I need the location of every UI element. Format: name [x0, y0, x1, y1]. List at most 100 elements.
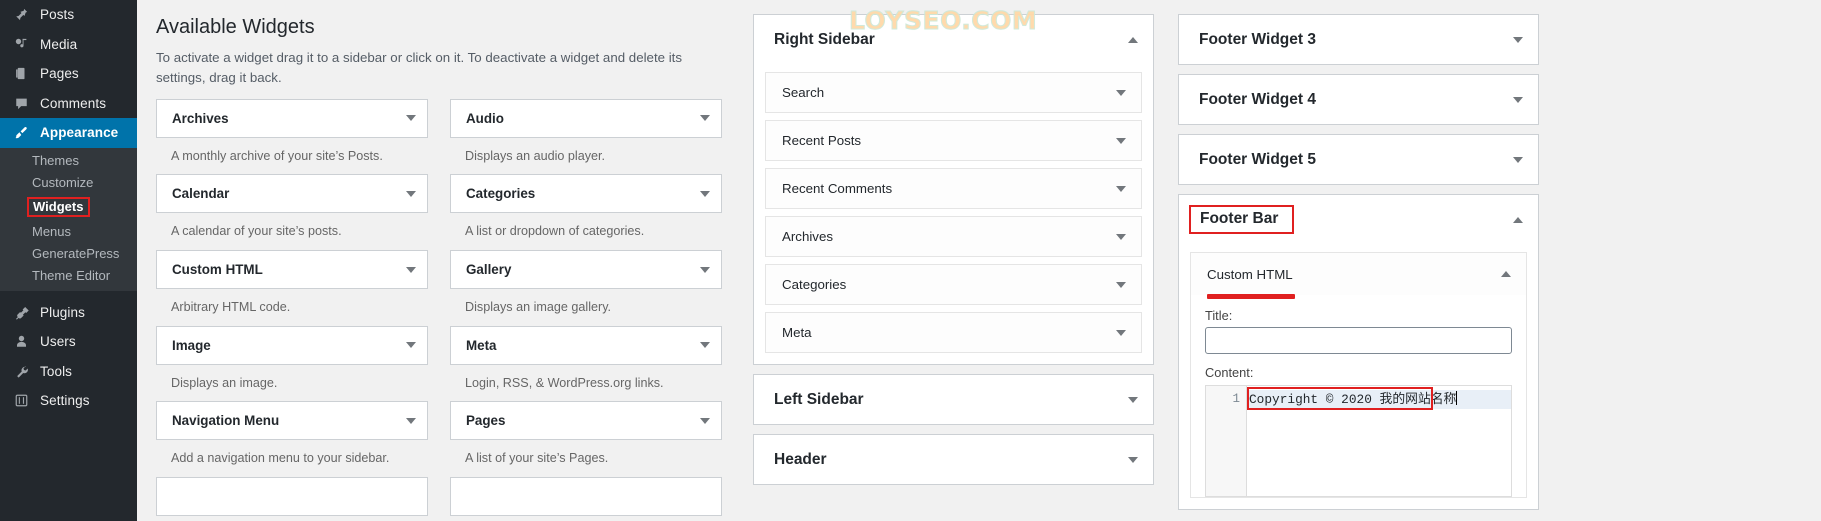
sidebars-column: Right Sidebar Search Recent Posts Recent…	[742, 0, 1154, 521]
available-widget-meta[interactable]: Meta	[450, 325, 722, 365]
sidebar-item-settings[interactable]: Settings	[0, 386, 137, 416]
panel-header[interactable]: Left Sidebar	[754, 375, 1153, 424]
chevron-up-icon[interactable]	[1128, 36, 1138, 43]
widget-name: Pages	[466, 413, 506, 429]
chevron-down-icon[interactable]	[1128, 396, 1138, 403]
assigned-widget-recent-posts[interactable]: Recent Posts	[765, 120, 1142, 161]
chevron-down-icon[interactable]	[406, 115, 416, 122]
assigned-widget-meta[interactable]: Meta	[765, 312, 1142, 353]
widgets-admin-screen: Posts Media Pages Comments Appearance Th…	[0, 0, 1821, 521]
assigned-widget-categories[interactable]: Categories	[765, 264, 1142, 305]
available-widget-partial[interactable]	[450, 476, 722, 516]
content-code-editor[interactable]: 1 Copyright © 2020 我的网站名称	[1205, 385, 1512, 497]
panel-header[interactable]: Footer Bar	[1179, 195, 1538, 244]
chevron-down-icon[interactable]	[1513, 36, 1523, 43]
chevron-up-icon[interactable]	[1513, 216, 1523, 223]
panel-header[interactable]: Footer Widget 5	[1179, 135, 1538, 184]
sidebar-item-comments[interactable]: Comments	[0, 89, 137, 119]
widget-name: Categories	[782, 277, 847, 292]
sidebar-item-label: Comments	[40, 95, 107, 111]
sidebar-item-label: Tools	[40, 363, 73, 379]
available-widget-pages[interactable]: Pages	[450, 401, 722, 441]
chevron-down-icon[interactable]	[1116, 281, 1126, 288]
chevron-down-icon[interactable]	[1128, 456, 1138, 463]
widget-cell	[450, 476, 722, 516]
available-widgets-description: To activate a widget drag it to a sideba…	[156, 50, 683, 85]
submenu-item-generatepress[interactable]: GeneratePress	[0, 243, 137, 265]
sidebar-item-appearance[interactable]: Appearance	[0, 118, 145, 148]
chevron-down-icon[interactable]	[700, 266, 710, 273]
available-widget-categories[interactable]: Categories	[450, 174, 722, 214]
chevron-down-icon[interactable]	[406, 342, 416, 349]
submenu-item-menus[interactable]: Menus	[0, 221, 137, 243]
code-text: Copyright © 2020 我的网站名称	[1249, 392, 1457, 407]
widget-name: Recent Posts	[782, 133, 862, 148]
submenu-item-theme-editor[interactable]: Theme Editor	[0, 265, 137, 287]
footers-column: Footer Widget 3 Footer Widget 4 Footer W…	[1154, 0, 1554, 521]
available-widget-partial[interactable]	[156, 476, 428, 516]
chevron-down-icon[interactable]	[700, 417, 710, 424]
sidebar-item-media[interactable]: Media	[0, 30, 137, 60]
available-widget-audio[interactable]: Audio	[450, 98, 722, 138]
sidebar-panel-right-sidebar: Right Sidebar Search Recent Posts Recent…	[753, 14, 1154, 365]
line-number: 1	[1232, 392, 1240, 406]
code-line[interactable]: Copyright © 2020 我的网站名称	[1247, 390, 1511, 409]
sidebar-item-tools[interactable]: Tools	[0, 357, 137, 387]
panel-header[interactable]: Footer Widget 3	[1179, 15, 1538, 64]
available-widget-calendar[interactable]: Calendar	[156, 174, 428, 214]
widget-name: Meta	[782, 325, 812, 340]
available-widget-gallery[interactable]: Gallery	[450, 250, 722, 290]
available-widgets-section: Available Widgets To activate a widget d…	[137, 0, 742, 521]
sidebar-item-label: Users	[40, 334, 76, 350]
chevron-down-icon[interactable]	[1513, 96, 1523, 103]
submenu-item-customize[interactable]: Customize	[0, 172, 137, 194]
submenu-item-themes[interactable]: Themes	[0, 150, 137, 172]
title-input[interactable]	[1205, 327, 1512, 354]
available-widgets-grid: Archives A monthly archive of your site’…	[156, 98, 722, 516]
widget-description: Login, RSS, & WordPress.org links.	[465, 375, 664, 390]
chevron-down-icon[interactable]	[700, 190, 710, 197]
chevron-down-icon[interactable]	[1116, 233, 1126, 240]
widget-name: Custom HTML	[1207, 266, 1293, 282]
sidebar-item-users[interactable]: Users	[0, 327, 137, 357]
sidebar-item-label: Plugins	[40, 304, 85, 320]
chevron-up-icon[interactable]	[1501, 271, 1511, 277]
sidebar-item-posts[interactable]: Posts	[0, 0, 137, 30]
panel-header[interactable]: Footer Widget 4	[1179, 75, 1538, 124]
widget-name: Search	[782, 85, 825, 100]
sidebar-item-pages[interactable]: Pages	[0, 59, 137, 89]
panel-header[interactable]: Header	[754, 435, 1153, 484]
chevron-down-icon[interactable]	[1116, 185, 1126, 192]
chevron-down-icon[interactable]	[1116, 329, 1126, 336]
sidebar-item-plugins[interactable]: Plugins	[0, 298, 137, 328]
widget-description: A list of your site’s Pages.	[465, 451, 609, 466]
assigned-widget-custom-html: Custom HTML Title: Content: 1 Copyright …	[1190, 252, 1527, 498]
panel-header[interactable]: Right Sidebar	[754, 15, 1153, 64]
assigned-widget-recent-comments[interactable]: Recent Comments	[765, 168, 1142, 209]
widget-name: Custom HTML	[172, 262, 263, 278]
available-widget-custom-html[interactable]: Custom HTML	[156, 250, 428, 290]
plug-icon	[11, 305, 31, 320]
widget-header[interactable]: Custom HTML	[1191, 253, 1526, 299]
assigned-widget-archives[interactable]: Archives	[765, 216, 1142, 257]
code-area[interactable]: Copyright © 2020 我的网站名称	[1247, 386, 1511, 496]
sidebar-panel-header: Header	[753, 434, 1154, 485]
available-widget-navigation-menu[interactable]: Navigation Menu	[156, 401, 428, 441]
chevron-down-icon[interactable]	[700, 115, 710, 122]
available-widget-image[interactable]: Image	[156, 325, 428, 365]
submenu-item-widgets[interactable]: Widgets	[0, 194, 137, 221]
widget-cell: Gallery Displays an image gallery.	[450, 250, 722, 326]
chevron-down-icon[interactable]	[406, 190, 416, 197]
available-widget-archives[interactable]: Archives	[156, 98, 428, 138]
media-icon	[11, 37, 31, 52]
widget-cell: Archives A monthly archive of your site’…	[156, 98, 428, 175]
brush-icon	[11, 125, 31, 140]
chevron-down-icon[interactable]	[700, 342, 710, 349]
chevron-down-icon[interactable]	[1116, 89, 1126, 96]
chevron-down-icon[interactable]	[406, 417, 416, 424]
chevron-down-icon[interactable]	[406, 266, 416, 273]
assigned-widget-search[interactable]: Search	[765, 72, 1142, 113]
chevron-down-icon[interactable]	[1116, 137, 1126, 144]
widget-cell: Pages A list of your site’s Pages.	[450, 401, 722, 477]
chevron-down-icon[interactable]	[1513, 156, 1523, 163]
